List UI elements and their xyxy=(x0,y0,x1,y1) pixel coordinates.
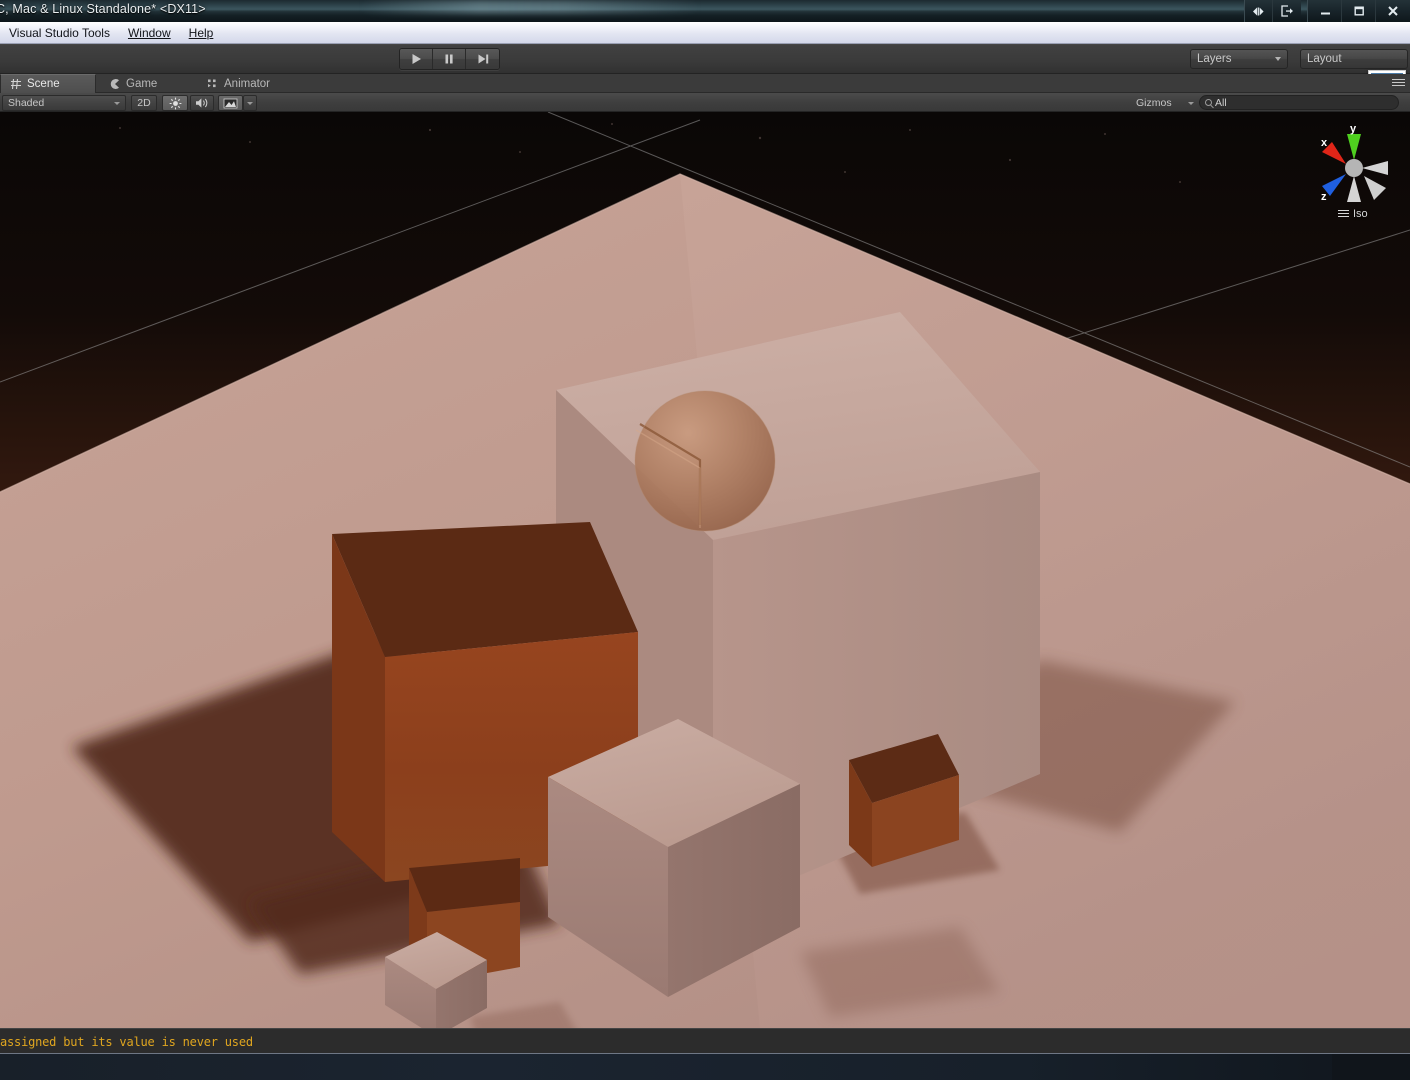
scene-search-value: All xyxy=(1215,96,1227,109)
toggle-effects-button[interactable] xyxy=(218,95,243,111)
menu-item-window[interactable]: Window xyxy=(119,24,180,42)
maximize-window-button[interactable] xyxy=(1342,0,1376,22)
gizmo-neg-z-cone xyxy=(1364,176,1386,200)
tab-scene[interactable]: Scene xyxy=(0,74,96,93)
gizmos-label: Gizmos xyxy=(1136,97,1172,109)
tab-label: Animator xyxy=(224,77,271,90)
tab-label: Game xyxy=(126,77,158,90)
sphere-object xyxy=(634,390,776,532)
scene-search-field[interactable]: All xyxy=(1199,95,1399,110)
draw-mode-dropdown[interactable]: Shaded xyxy=(2,95,126,111)
scene-view-toolbar: Shaded 2D Gizmos All xyxy=(0,93,1410,112)
tab-animator[interactable]: Animator xyxy=(198,74,281,93)
draw-mode-label: Shaded xyxy=(8,97,45,109)
taskbar xyxy=(0,1054,1410,1080)
tab-label: Scene xyxy=(27,78,60,90)
maximize-icon xyxy=(1354,6,1364,16)
pause-button[interactable] xyxy=(433,49,466,69)
chevron-down-icon xyxy=(114,101,120,105)
pacman-icon xyxy=(109,78,121,90)
tab-game[interactable]: Game xyxy=(100,74,168,93)
grid-icon xyxy=(10,78,22,90)
gizmo-pos-y-cone xyxy=(1347,134,1361,160)
menu-item-visual-studio-tools[interactable]: Visual Studio Tools xyxy=(0,24,119,42)
toggle-lighting-button[interactable] xyxy=(162,95,188,111)
gizmo-z-label: z xyxy=(1321,191,1327,203)
play-icon xyxy=(412,54,421,64)
pause-icon xyxy=(445,54,453,64)
detach-window-button[interactable] xyxy=(1273,0,1301,22)
window-titlebar: C, Mac & Linux Standalone* <DX11> xyxy=(0,0,1410,22)
scene-render xyxy=(0,112,1410,1028)
panel-options-menu-icon[interactable] xyxy=(1392,79,1406,90)
panel-tab-bar: Scene Game Animator xyxy=(0,74,1410,93)
layers-dropdown[interactable]: Layers xyxy=(1190,49,1288,69)
image-fx-icon xyxy=(223,98,238,108)
hamburger-icon xyxy=(1338,209,1349,219)
layout-dropdown[interactable]: Layout xyxy=(1300,49,1408,69)
gizmos-dropdown[interactable]: Gizmos xyxy=(1136,95,1194,111)
scene-axis-gizmo[interactable]: x y z Iso xyxy=(1306,120,1402,228)
taskbar-tray[interactable] xyxy=(1332,1054,1410,1080)
toggle-audio-button[interactable] xyxy=(190,95,214,111)
toggle-2d-button[interactable]: 2D xyxy=(131,95,157,111)
window-controls-group-right xyxy=(1307,0,1410,22)
play-button[interactable] xyxy=(400,49,433,69)
status-message: assigned but its value is never used xyxy=(0,1034,253,1049)
projection-mode-label: Iso xyxy=(1353,208,1368,220)
menu-label: Help xyxy=(188,25,214,40)
window-title: C, Mac & Linux Standalone* <DX11> xyxy=(0,2,206,16)
animator-icon xyxy=(207,78,219,90)
effects-dropdown-button[interactable] xyxy=(243,95,257,111)
layers-label: Layers xyxy=(1197,53,1232,65)
unity-toolbar: Layers Layout xyxy=(0,44,1410,108)
step-icon xyxy=(478,54,488,64)
gizmo-neg-y-cone xyxy=(1347,176,1361,202)
projection-mode-toggle[interactable]: Iso xyxy=(1338,208,1368,220)
gizmo-y-label: y xyxy=(1350,123,1357,135)
menu-bar: Visual Studio Tools Window Help xyxy=(0,22,1410,44)
step-button[interactable] xyxy=(466,49,499,69)
minimize-window-button[interactable] xyxy=(1308,0,1342,22)
unity-editor-window: C, Mac & Linux Standalone* <DX11> Visual… xyxy=(0,0,1410,1080)
minimize-icon xyxy=(1320,12,1330,15)
export-icon xyxy=(1281,5,1293,17)
chevron-down-icon xyxy=(1188,101,1194,105)
status-bar[interactable]: assigned but its value is never used xyxy=(0,1028,1410,1054)
gizmo-x-label: x xyxy=(1321,137,1328,149)
left-right-arrows-icon xyxy=(1253,7,1264,15)
gizmo-neg-x-cone xyxy=(1362,161,1388,175)
restore-window-button[interactable] xyxy=(1245,0,1273,22)
menu-label: Window xyxy=(127,25,171,40)
titlebar-sheen xyxy=(360,0,700,14)
layout-label: Layout xyxy=(1307,53,1342,65)
sun-icon xyxy=(169,97,181,109)
toggle-2d-label: 2D xyxy=(137,97,151,109)
scene-viewport[interactable]: x y z Iso xyxy=(0,112,1410,1028)
chevron-down-icon xyxy=(247,101,253,105)
close-window-button[interactable] xyxy=(1376,0,1410,22)
window-controls-group-left xyxy=(1244,0,1301,22)
speaker-icon xyxy=(195,98,207,108)
search-icon xyxy=(1205,99,1212,106)
menu-item-help[interactable]: Help xyxy=(180,24,223,42)
menu-label: Visual Studio Tools xyxy=(9,25,110,40)
close-icon xyxy=(1388,6,1398,16)
window-controls xyxy=(1244,0,1410,22)
chevron-down-icon xyxy=(1275,57,1281,61)
playmode-controls xyxy=(399,48,500,70)
